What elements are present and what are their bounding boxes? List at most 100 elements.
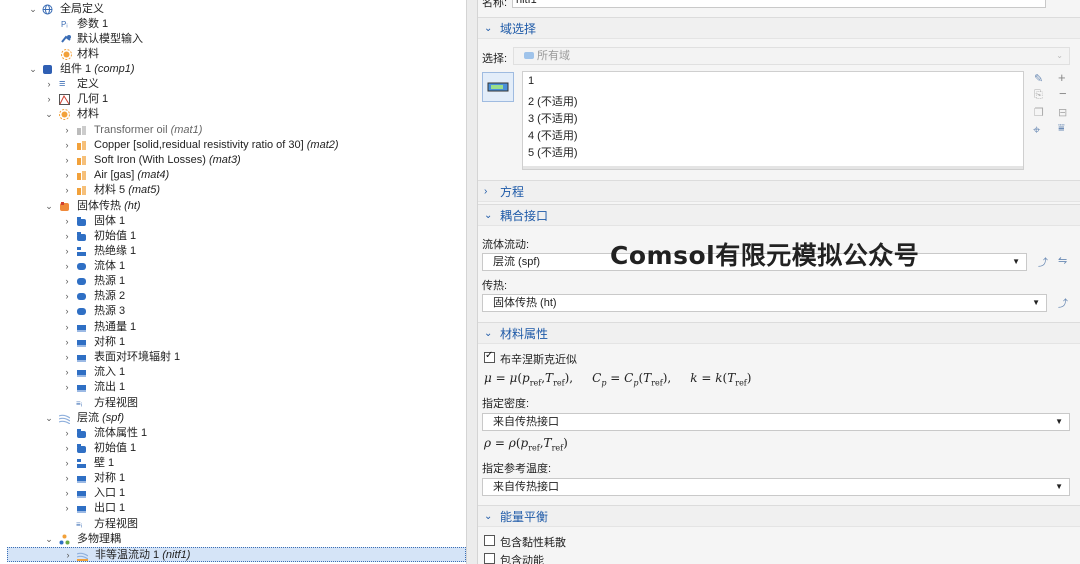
tree-node-equation-view-ht[interactable]: ≡ᵢ 方程视图 [0,396,466,411]
kinetic-energy-checkbox[interactable] [484,553,495,564]
horizontal-scrollbar[interactable] [523,166,1023,169]
tree-node-heat-source-3[interactable]: › 热源 3 [0,304,466,319]
panel-splitter[interactable] [466,0,478,564]
chevron-right-icon[interactable]: › [62,153,72,168]
domain-list-item[interactable]: 1 [528,75,534,87]
tree-node-definitions[interactable]: › ≡ 定义 [0,77,466,92]
tree-node-mat4[interactable]: › Air [gas] (mat4) [0,168,466,183]
domain-list-item[interactable]: 5 (不适用) [528,144,578,160]
tree-node-thermal-insulation[interactable]: › 热绝缘 1 [0,244,466,259]
tree-node-mat1[interactable]: › Transformer oil (mat1) [0,123,466,138]
chevron-right-icon[interactable]: › [62,229,72,244]
chevron-right-icon[interactable]: › [62,123,72,138]
chevron-right-icon[interactable]: › [62,501,72,516]
chevron-right-icon[interactable]: › [62,380,72,395]
chevron-down-icon[interactable]: ⌄ [44,411,54,426]
coupled-interfaces-header[interactable]: ⌄ 耦合接口 [478,204,1080,226]
tree-node-wall[interactable]: › 壁 1 [0,456,466,471]
domain-list[interactable]: 1 2 (不适用) 3 (不适用) 4 (不适用) 5 (不适用) [522,71,1024,170]
chevron-right-icon[interactable]: › [44,92,54,107]
name-input[interactable]: nitf1 [512,0,1046,8]
tree-node-global-materials[interactable]: 材料 [0,47,466,62]
tree-node-equation-view-spf[interactable]: ≡ᵢ 方程视图 [0,517,466,532]
paste-icon[interactable]: ❐ [1034,106,1044,119]
chevron-right-icon[interactable]: › [62,335,72,350]
chevron-right-icon[interactable]: › [62,456,72,471]
create-selection-icon[interactable]: ⩸ [1058,122,1065,135]
tree-node-spf-initial-values[interactable]: › 初始值 1 [0,441,466,456]
tree-node-surface-radiation[interactable]: › 表面对环境辐射 1 [0,350,466,365]
material-properties-header[interactable]: ⌄ 材料属性 [478,322,1080,344]
tree-node-heat-flux[interactable]: › 热通量 1 [0,320,466,335]
add-icon[interactable]: + [1058,70,1066,85]
selection-dropdown[interactable]: 所有域 ⌄ [513,47,1070,65]
energy-balance-header[interactable]: ⌄ 能量平衡 [478,505,1080,527]
chevron-right-icon[interactable]: › [62,471,72,486]
tree-node-multiphysics[interactable]: ⌄ 多物理耦 [0,532,466,547]
tree-node-global-definitions[interactable]: ⌄ 全局定义 [0,2,466,17]
chevron-right-icon[interactable]: › [62,214,72,229]
tree-node-component[interactable]: ⌄ 组件 1 (comp1) [0,62,466,77]
chevron-right-icon[interactable]: › [62,320,72,335]
chevron-right-icon[interactable]: › [63,548,73,563]
chevron-right-icon[interactable]: › [62,486,72,501]
reference-temperature-dropdown[interactable]: 来自传热接口 ▼ [482,478,1070,496]
chevron-right-icon[interactable]: › [62,304,72,319]
tree-node-materials[interactable]: ⌄ 材料 [0,107,466,122]
chevron-right-icon[interactable]: › [62,274,72,289]
chevron-down-icon[interactable]: ⌄ [44,107,54,122]
chevron-right-icon[interactable]: › [62,244,72,259]
chevron-right-icon[interactable]: › [62,426,72,441]
chevron-right-icon[interactable]: › [62,365,72,380]
chevron-right-icon[interactable]: › [62,183,72,198]
boussinesq-checkbox[interactable] [484,350,495,363]
viscous-dissipation-checkbox[interactable] [484,535,495,546]
equation-header[interactable]: › 方程 [478,180,1080,202]
copy-icon[interactable]: ⎘ [1034,89,1043,102]
tree-node-mat5[interactable]: › 材料 5 (mat5) [0,183,466,198]
tree-node-heat-source-1[interactable]: › 热源 1 [0,274,466,289]
heat-transfer-dropdown[interactable]: 固体传热 (ht) ▼ [482,294,1047,312]
chevron-right-icon[interactable]: › [62,289,72,304]
chevron-right-icon[interactable]: › [62,259,72,274]
clear-icon[interactable]: ⊟ [1058,106,1067,119]
tree-node-outflow[interactable]: › 流出 1 [0,380,466,395]
zoom-to-selection-icon[interactable]: ⌖ [1033,122,1040,138]
chevron-right-icon[interactable]: › [62,350,72,365]
go-to-source-icon[interactable]: ⤴ [1058,295,1068,310]
chevron-right-icon[interactable]: › [62,441,72,456]
chevron-right-icon[interactable]: › [44,77,54,92]
go-to-source-icon[interactable]: ⤴ [1038,254,1048,269]
tree-node-heat-source-2[interactable]: › 热源 2 [0,289,466,304]
tree-node-initial-values[interactable]: › 初始值 1 [0,229,466,244]
tree-node-nonisothermal-flow[interactable]: › 非等温流动 1 (nitf1) [7,547,466,562]
tree-node-fluid[interactable]: › 流体 1 [0,259,466,274]
tree-node-default-model-inputs[interactable]: 默认模型输入 [0,32,466,47]
chevron-down-icon[interactable]: ⌄ [28,62,38,77]
tree-node-laminar-flow[interactable]: ⌄ 层流 (spf) [0,411,466,426]
domain-list-item[interactable]: 4 (不适用) [528,127,578,143]
tree-node-inlet[interactable]: › 入口 1 [0,486,466,501]
tree-node-mat2[interactable]: › Copper [solid,residual resistivity rat… [0,138,466,153]
remove-icon[interactable]: − [1059,86,1067,101]
tree-node-fluid-properties[interactable]: › 流体属性 1 [0,426,466,441]
chevron-down-icon[interactable]: ⌄ [44,199,54,214]
domain-list-item[interactable]: 3 (不适用) [528,110,578,126]
tree-node-inflow[interactable]: › 流入 1 [0,365,466,380]
tree-node-geometry[interactable]: › 几何 1 [0,92,466,107]
tree-node-symmetry[interactable]: › 对称 1 [0,335,466,350]
chevron-right-icon[interactable]: › [62,138,72,153]
domain-list-item[interactable]: 2 (不适用) [528,93,578,109]
density-dropdown[interactable]: 来自传热接口 ▼ [482,413,1070,431]
chevron-down-icon[interactable]: ⌄ [28,2,38,17]
tree-node-solid[interactable]: › 固体 1 [0,214,466,229]
tree-node-heat-transfer[interactable]: ⌄ 固体传热 (ht) [0,199,466,214]
link-icon[interactable]: ⇋ [1058,254,1067,267]
tree-node-outlet[interactable]: › 出口 1 [0,501,466,516]
tree-node-parameters[interactable]: Pᵢ 参数 1 [0,17,466,32]
chevron-down-icon[interactable]: ⌄ [44,532,54,547]
tree-node-spf-symmetry[interactable]: › 对称 1 [0,471,466,486]
tree-node-mat3[interactable]: › Soft Iron (With Losses) (mat3) [0,153,466,168]
domain-selection-header[interactable]: ⌄ 域选择 [478,17,1080,39]
paste-selection-icon[interactable]: ✎ [1034,72,1043,85]
